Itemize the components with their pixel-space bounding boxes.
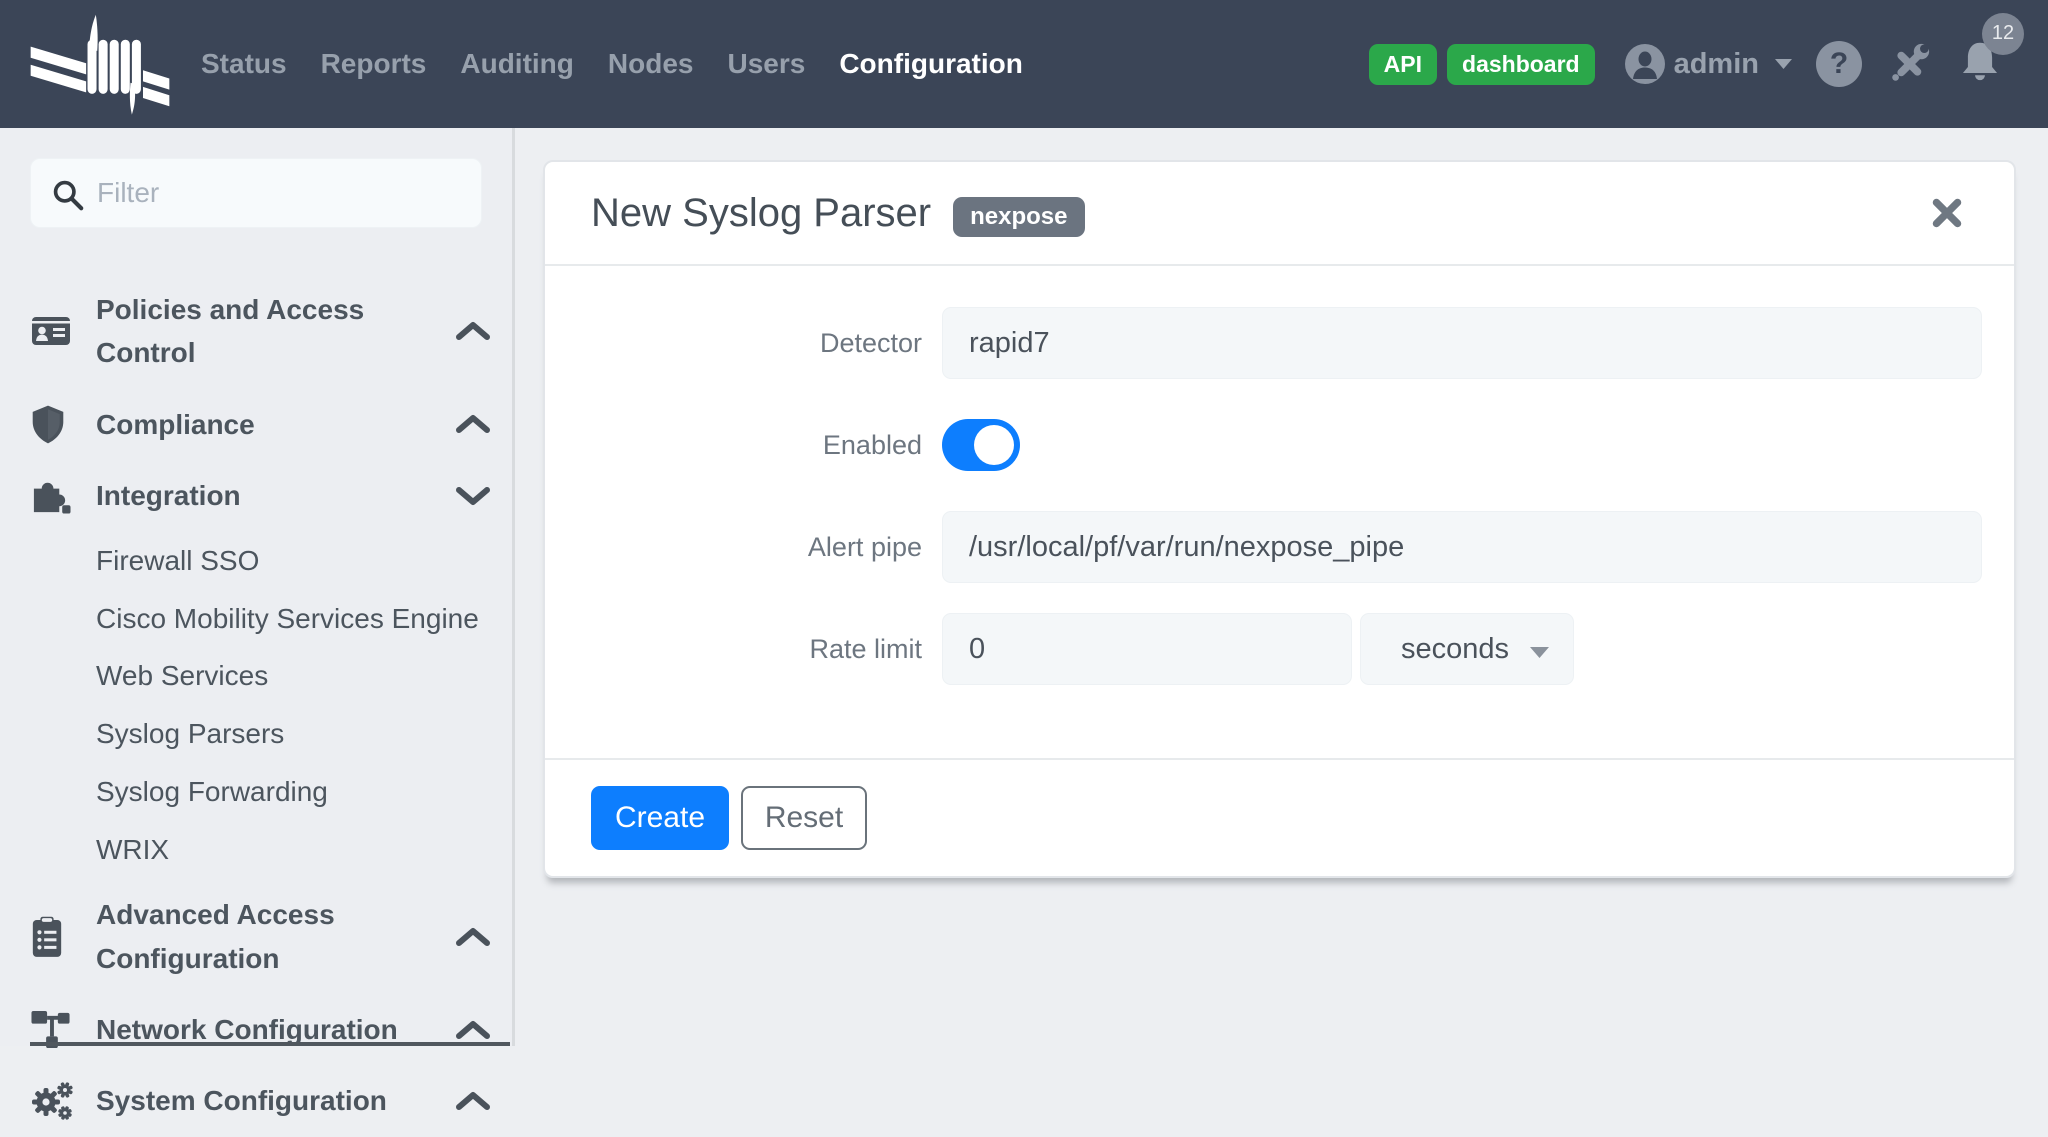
nav-status[interactable]: Status: [201, 48, 287, 80]
nav-reports[interactable]: Reports: [321, 48, 427, 80]
caret-down-icon: [1530, 647, 1549, 658]
main-content: New Syslog Parser nexpose Detector Enabl…: [515, 128, 2048, 1046]
sidebar-item-advanced-access-configuration[interactable]: Advanced Access Configuration: [30, 879, 494, 994]
dashboard-badge[interactable]: dashboard: [1447, 44, 1595, 85]
chevron-up-icon: [454, 413, 492, 435]
sidebar-subitem-cisco-mse[interactable]: Cisco Mobility Services Engine: [30, 590, 494, 648]
sidebar-subitem-syslog-forwarding[interactable]: Syslog Forwarding: [30, 763, 494, 821]
toggle-knob: [974, 425, 1014, 465]
user-circle-icon: [1625, 44, 1665, 84]
card-footer: Create Reset: [545, 758, 2014, 876]
sidebar-item-compliance[interactable]: Compliance: [30, 389, 494, 460]
alert-pipe-label: Alert pipe: [591, 532, 922, 563]
chevron-up-icon: [454, 320, 492, 342]
sidebar-item-system-configuration[interactable]: System Configuration: [30, 1065, 494, 1136]
topbar-right: API dashboard admin ?: [1369, 39, 2008, 90]
detector-row: Detector: [591, 307, 1982, 379]
sidebar-item-label: Advanced Access Configuration: [96, 893, 454, 980]
alert-pipe-input[interactable]: [942, 511, 1982, 583]
sidebar-subitem-web-services[interactable]: Web Services: [30, 647, 494, 705]
sidebar-item-label: System Configuration: [96, 1079, 454, 1122]
search-icon: [51, 178, 84, 211]
nav-auditing[interactable]: Auditing: [460, 48, 574, 80]
rate-limit-unit-value: seconds: [1401, 633, 1509, 666]
sidebar-subitem-firewall-sso[interactable]: Firewall SSO: [30, 532, 494, 590]
sidebar-item-integration[interactable]: Integration: [30, 460, 494, 531]
alert-pipe-row: Alert pipe: [591, 511, 1982, 583]
detector-input[interactable]: [942, 307, 1982, 379]
chevron-down-icon: [454, 485, 492, 507]
packetfence-logo-icon: [30, 12, 170, 116]
nav-nodes[interactable]: Nodes: [608, 48, 694, 80]
sidebar-item-label: Policies and Access Control: [96, 288, 454, 375]
notifications-button[interactable]: 12: [1958, 39, 2002, 90]
sidebar-item-network-configuration[interactable]: Network Configuration: [30, 994, 494, 1065]
sidebar: Policies and Access Control Compliance I…: [0, 128, 512, 1046]
enabled-toggle[interactable]: [942, 419, 1020, 471]
enabled-row: Enabled: [591, 409, 1982, 481]
user-menu[interactable]: admin: [1625, 44, 1792, 84]
gears-icon: [30, 1080, 74, 1122]
new-syslog-parser-card: New Syslog Parser nexpose Detector Enabl…: [543, 160, 2016, 878]
detector-label: Detector: [591, 328, 922, 359]
chevron-down-icon: [1775, 59, 1792, 69]
shield-icon: [30, 404, 66, 445]
sidebar-item-label: Integration: [96, 474, 454, 517]
help-button[interactable]: ?: [1816, 41, 1862, 87]
sidebar-item-label: Compliance: [96, 403, 454, 446]
rate-limit-unit-select[interactable]: seconds: [1360, 613, 1574, 685]
reset-button[interactable]: Reset: [741, 786, 867, 850]
puzzle-icon: [30, 475, 71, 516]
sidebar-filter: [30, 158, 482, 228]
sidebar-scroll-indicator[interactable]: [30, 1042, 510, 1046]
card-header: New Syslog Parser nexpose: [545, 162, 2014, 266]
chevron-up-icon: [454, 1090, 492, 1112]
rate-limit-row: Rate limit seconds: [591, 613, 1982, 685]
clipboard-list-icon: [30, 916, 64, 958]
main-nav: Status Reports Auditing Nodes Users Conf…: [201, 48, 1023, 80]
rate-limit-input[interactable]: [942, 613, 1352, 685]
id-card-icon: [30, 311, 72, 351]
close-icon[interactable]: [1928, 194, 1966, 232]
parser-form: Detector Enabled Alert pipe Rate limit: [545, 266, 2014, 685]
create-button[interactable]: Create: [591, 786, 729, 850]
nav-users[interactable]: Users: [727, 48, 805, 80]
chevron-up-icon: [454, 1019, 492, 1041]
sidebar-subitem-syslog-parsers[interactable]: Syslog Parsers: [30, 705, 494, 763]
enabled-label: Enabled: [591, 430, 922, 461]
rate-limit-label: Rate limit: [591, 634, 922, 665]
tools-icon[interactable]: [1886, 41, 1932, 87]
api-badge[interactable]: API: [1369, 44, 1437, 85]
nav-configuration[interactable]: Configuration: [839, 48, 1023, 80]
topbar: Status Reports Auditing Nodes Users Conf…: [0, 0, 2048, 128]
notification-count-badge: 12: [1982, 13, 2024, 55]
sidebar-subitem-wrix[interactable]: WRIX: [30, 821, 494, 879]
user-name: admin: [1674, 48, 1759, 81]
parser-type-badge: nexpose: [953, 197, 1084, 237]
sidebar-item-policies-access-control[interactable]: Policies and Access Control: [30, 274, 494, 389]
filter-input[interactable]: [31, 159, 481, 227]
question-icon: ?: [1830, 47, 1848, 81]
page-title: New Syslog Parser: [591, 191, 931, 236]
chevron-up-icon: [454, 926, 492, 948]
